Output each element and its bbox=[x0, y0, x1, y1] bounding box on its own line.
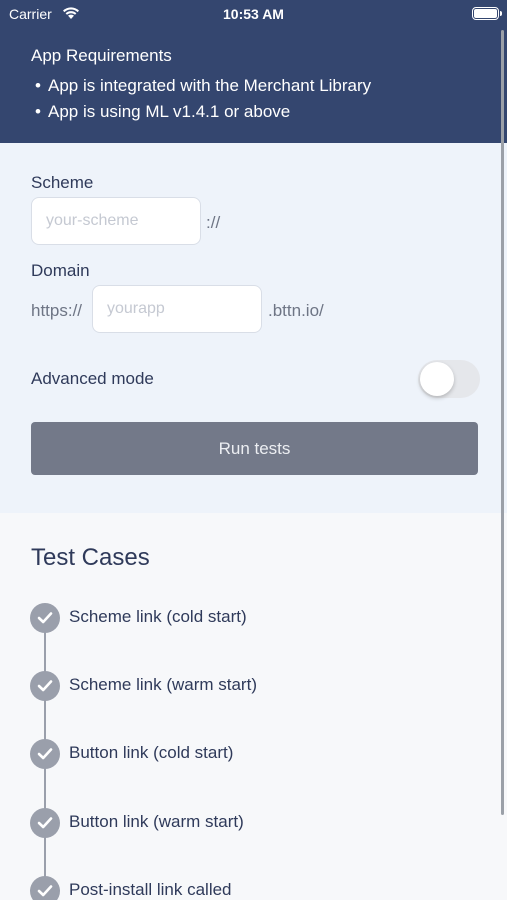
battery-icon bbox=[472, 7, 502, 20]
check-icon bbox=[30, 671, 60, 701]
test-case-label: Button link (cold start) bbox=[69, 743, 234, 762]
test-case-label: Button link (warm start) bbox=[69, 812, 244, 831]
domain-input[interactable] bbox=[92, 285, 262, 333]
test-case-label: Post-install link called bbox=[69, 880, 232, 899]
requirements-list: • App is integrated with the Merchant Lib… bbox=[35, 76, 371, 128]
run-tests-button[interactable]: Run tests bbox=[31, 422, 478, 475]
domain-label: Domain bbox=[31, 261, 90, 280]
check-icon bbox=[30, 808, 60, 838]
app-header: Carrier 10:53 AM App Requirements • App i… bbox=[0, 0, 507, 143]
scheme-label: Scheme bbox=[31, 173, 94, 192]
domain-suffix: .bttn.io/ bbox=[268, 301, 324, 320]
test-case-label: Scheme link (cold start) bbox=[69, 607, 247, 626]
domain-prefix: https:// bbox=[31, 301, 83, 320]
config-form: Scheme :// Domain https:// .bttn.io/ Adv… bbox=[0, 143, 507, 513]
advanced-mode-label: Advanced mode bbox=[31, 369, 154, 388]
check-icon bbox=[30, 876, 60, 900]
toggle-knob bbox=[420, 362, 454, 396]
check-icon bbox=[30, 739, 60, 769]
status-bar: Carrier 10:53 AM bbox=[0, 0, 507, 28]
advanced-mode-toggle[interactable] bbox=[418, 360, 480, 398]
test-cases-title: Test Cases bbox=[31, 544, 150, 571]
requirement-item: • App is integrated with the Merchant Lib… bbox=[35, 76, 372, 95]
requirement-item: • App is using ML v1.4.1 or above bbox=[35, 102, 291, 121]
check-icon bbox=[30, 603, 60, 633]
test-case-label: Scheme link (warm start) bbox=[69, 675, 257, 694]
scrollbar[interactable] bbox=[501, 30, 504, 815]
scheme-suffix: :// bbox=[206, 213, 221, 232]
scheme-input[interactable] bbox=[31, 197, 201, 245]
clock: 10:53 AM bbox=[223, 6, 284, 22]
requirements-title: App Requirements bbox=[31, 46, 172, 65]
